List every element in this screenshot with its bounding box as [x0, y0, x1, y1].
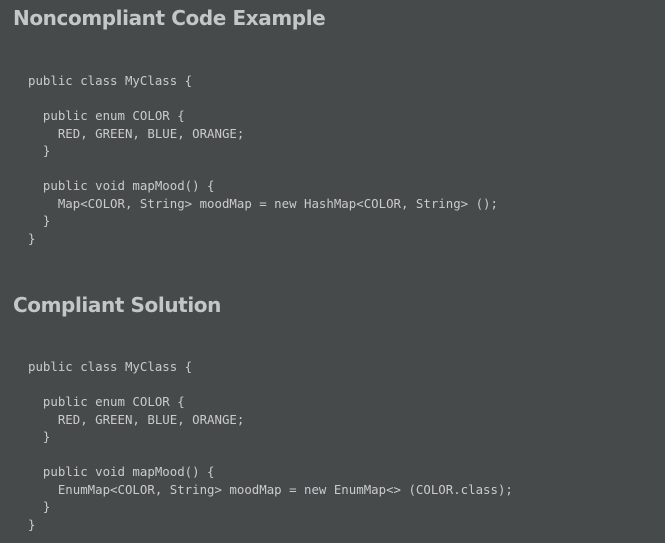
- code-line: }: [28, 429, 51, 444]
- code-line: EnumMap<COLOR, String> moodMap = new Enu…: [28, 481, 513, 497]
- code-line: public void mapMood() {: [28, 464, 215, 479]
- code-line: public void mapMood() {: [28, 178, 215, 193]
- compliant-heading: Compliant Solution: [13, 293, 221, 317]
- noncompliant-heading: Noncompliant Code Example: [13, 6, 326, 30]
- code-line: public enum COLOR {: [28, 108, 185, 123]
- page: Noncompliant Code Example public class M…: [0, 0, 665, 543]
- code-line: public class MyClass {: [28, 359, 193, 374]
- code-line: }: [28, 499, 51, 514]
- code-line: public enum COLOR {: [28, 394, 185, 409]
- code-line: }: [28, 516, 36, 532]
- code-line: public class MyClass {: [28, 73, 193, 88]
- code-line: }: [28, 230, 36, 246]
- code-line: RED, GREEN, BLUE, ORANGE;: [28, 411, 245, 427]
- compliant-code-block: public class MyClass { public enum COLOR…: [28, 358, 513, 533]
- code-line: RED, GREEN, BLUE, ORANGE;: [28, 125, 245, 141]
- code-line: }: [28, 213, 51, 228]
- noncompliant-code-block: public class MyClass { public enum COLOR…: [28, 72, 498, 247]
- code-line: Map<COLOR, String> moodMap = new HashMap…: [28, 195, 498, 211]
- code-line: }: [28, 143, 51, 158]
